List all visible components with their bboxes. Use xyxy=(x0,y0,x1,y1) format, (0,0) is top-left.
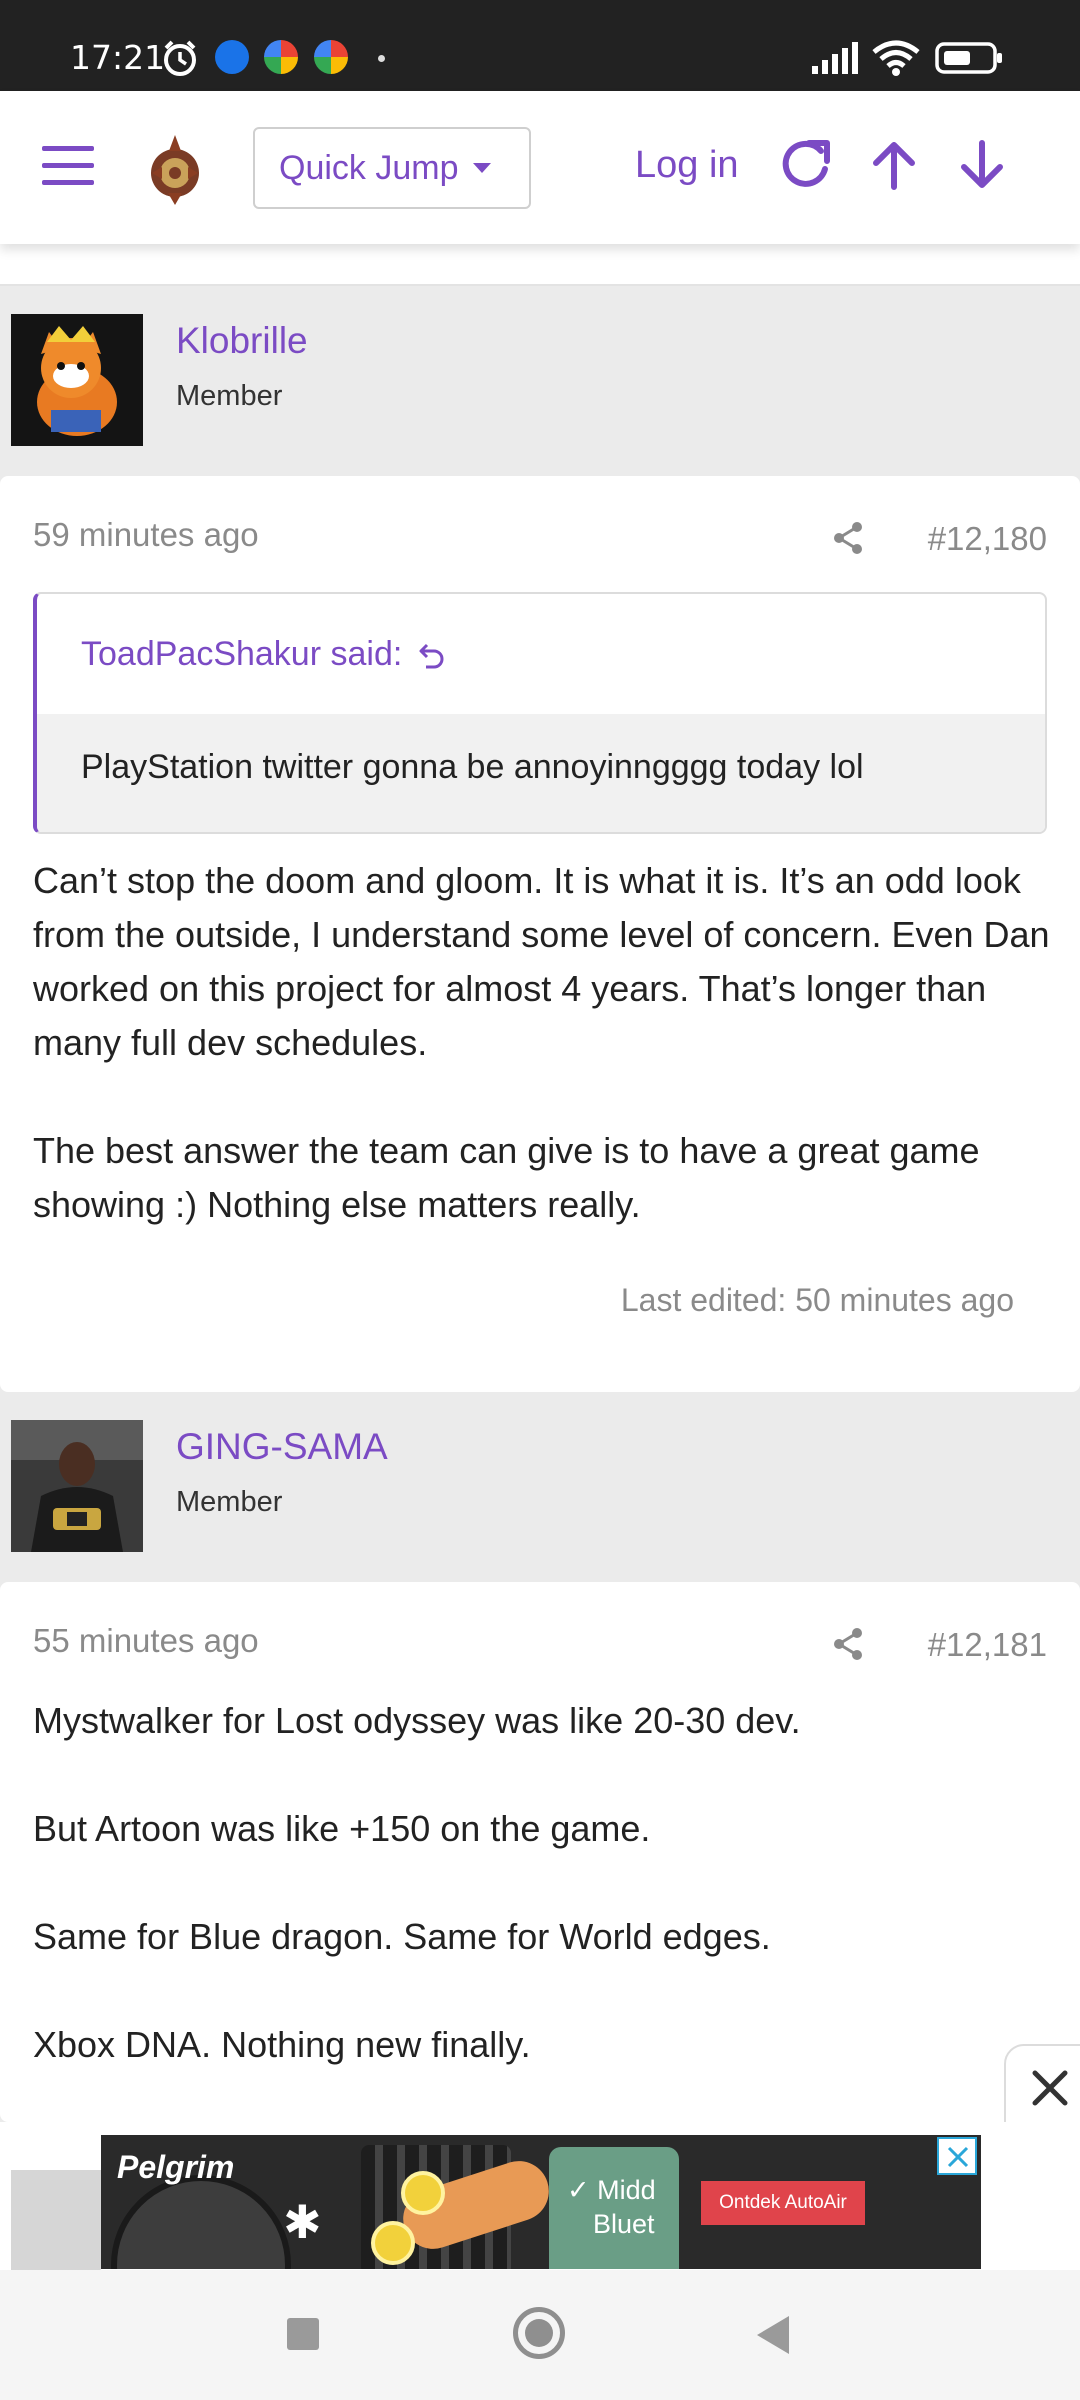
recents-icon[interactable] xyxy=(287,2318,319,2350)
arrow-up-icon[interactable] xyxy=(864,135,924,195)
ad-feature-box: ✓ Midd Bluet xyxy=(549,2147,679,2269)
post-user-bar: Klobrille Member xyxy=(0,300,1080,476)
signal-icon xyxy=(812,42,858,74)
quote-author[interactable]: ToadPacShakur said: xyxy=(81,635,402,674)
close-icon xyxy=(1032,2070,1068,2106)
post-time[interactable]: 55 minutes ago xyxy=(33,1622,259,1660)
home-icon[interactable] xyxy=(513,2307,565,2359)
user-role: Member xyxy=(176,380,283,412)
site-header: Quick Jump Log in xyxy=(0,91,1080,244)
post-number[interactable]: #12,181 xyxy=(928,1626,1047,1664)
post-paragraph: Xbox DNA. Nothing new finally. xyxy=(33,2024,531,2065)
previous-post-bottom xyxy=(0,244,1080,286)
photos-app-icon-2 xyxy=(314,40,348,74)
photos-app-icon xyxy=(264,40,298,74)
ad-feature-line: Bluet xyxy=(593,2209,655,2239)
ad-lemon-image xyxy=(401,2171,445,2215)
last-edited: Last edited: 50 minutes ago xyxy=(620,1282,1014,1318)
refresh-icon[interactable] xyxy=(775,135,835,195)
go-to-quote-icon[interactable] xyxy=(418,639,446,669)
post-user-bar: GING-SAMA Member xyxy=(0,1406,1080,1582)
quick-jump-dropdown[interactable]: Quick Jump xyxy=(253,127,531,209)
post-paragraph: Can’t stop the doom and gloom. It is wha… xyxy=(33,860,1050,1063)
back-icon[interactable] xyxy=(757,2316,789,2354)
status-bar: 17:21 xyxy=(0,0,1080,91)
quote-block: ToadPacShakur said: PlayStation twitter … xyxy=(33,592,1047,834)
share-icon[interactable] xyxy=(830,1626,866,1662)
next-post-avatar xyxy=(11,2170,101,2270)
ad-dismiss-button[interactable] xyxy=(937,2137,977,2175)
battery-icon xyxy=(935,42,1002,74)
post-body: Mystwalker for Lost odyssey was like 20-… xyxy=(33,1694,1053,2126)
post-card: 55 minutes ago #12,181 Mystwalker for Lo… xyxy=(0,1582,1080,2122)
post-number[interactable]: #12,180 xyxy=(928,520,1047,558)
quick-jump-label: Quick Jump xyxy=(279,148,459,187)
system-nav-bar xyxy=(0,2270,1080,2400)
messages-app-icon xyxy=(215,40,249,74)
alarm-icon xyxy=(164,40,196,76)
post-paragraph: Same for Blue dragon. Same for World edg… xyxy=(33,1916,771,1957)
close-icon xyxy=(947,2146,969,2168)
share-icon[interactable] xyxy=(830,520,866,556)
username[interactable]: GING-SAMA xyxy=(176,1426,388,1468)
wifi-icon xyxy=(872,40,920,76)
chevron-down-icon xyxy=(472,163,491,173)
ad-cta-button[interactable]: Ontdek AutoAir xyxy=(701,2181,865,2225)
avatar[interactable] xyxy=(11,1420,143,1552)
ad-pan-image xyxy=(111,2175,291,2269)
avatar[interactable] xyxy=(11,314,143,446)
site-logo[interactable] xyxy=(140,131,210,206)
post-body: Can’t stop the doom and gloom. It is wha… xyxy=(33,854,1053,1286)
post-paragraph: Mystwalker for Lost odyssey was like 20-… xyxy=(33,1700,801,1741)
ad-brand: Pelgrim xyxy=(117,2149,235,2185)
check-icon: ✓ xyxy=(567,2175,598,2205)
menu-icon[interactable] xyxy=(42,146,94,185)
ad-close-button[interactable] xyxy=(1004,2044,1080,2128)
login-link[interactable]: Log in xyxy=(635,144,739,187)
arrow-down-icon[interactable] xyxy=(952,135,1012,195)
ad-lemon-image xyxy=(371,2221,415,2265)
quote-header[interactable]: ToadPacShakur said: xyxy=(37,594,1045,714)
username[interactable]: Klobrille xyxy=(176,320,308,362)
post-card: 59 minutes ago #12,180 ToadPacShakur sai… xyxy=(0,476,1080,1392)
quote-text: PlayStation twitter gonna be annoyinnggg… xyxy=(37,714,1045,832)
banner-ad[interactable]: Pelgrim ✱ ✓ Midd Bluet Ontdek AutoAir xyxy=(101,2135,981,2269)
bluetooth-icon: ✱ xyxy=(283,2195,322,2249)
post-paragraph: But Artoon was like +150 on the game. xyxy=(33,1808,651,1849)
status-time: 17:21 xyxy=(70,38,166,77)
post-paragraph: The best answer the team can give is to … xyxy=(33,1130,980,1225)
post-time[interactable]: 59 minutes ago xyxy=(33,516,259,554)
ad-feature-line: Midd xyxy=(597,2175,656,2205)
notification-dot xyxy=(378,55,385,62)
user-role: Member xyxy=(176,1486,283,1518)
